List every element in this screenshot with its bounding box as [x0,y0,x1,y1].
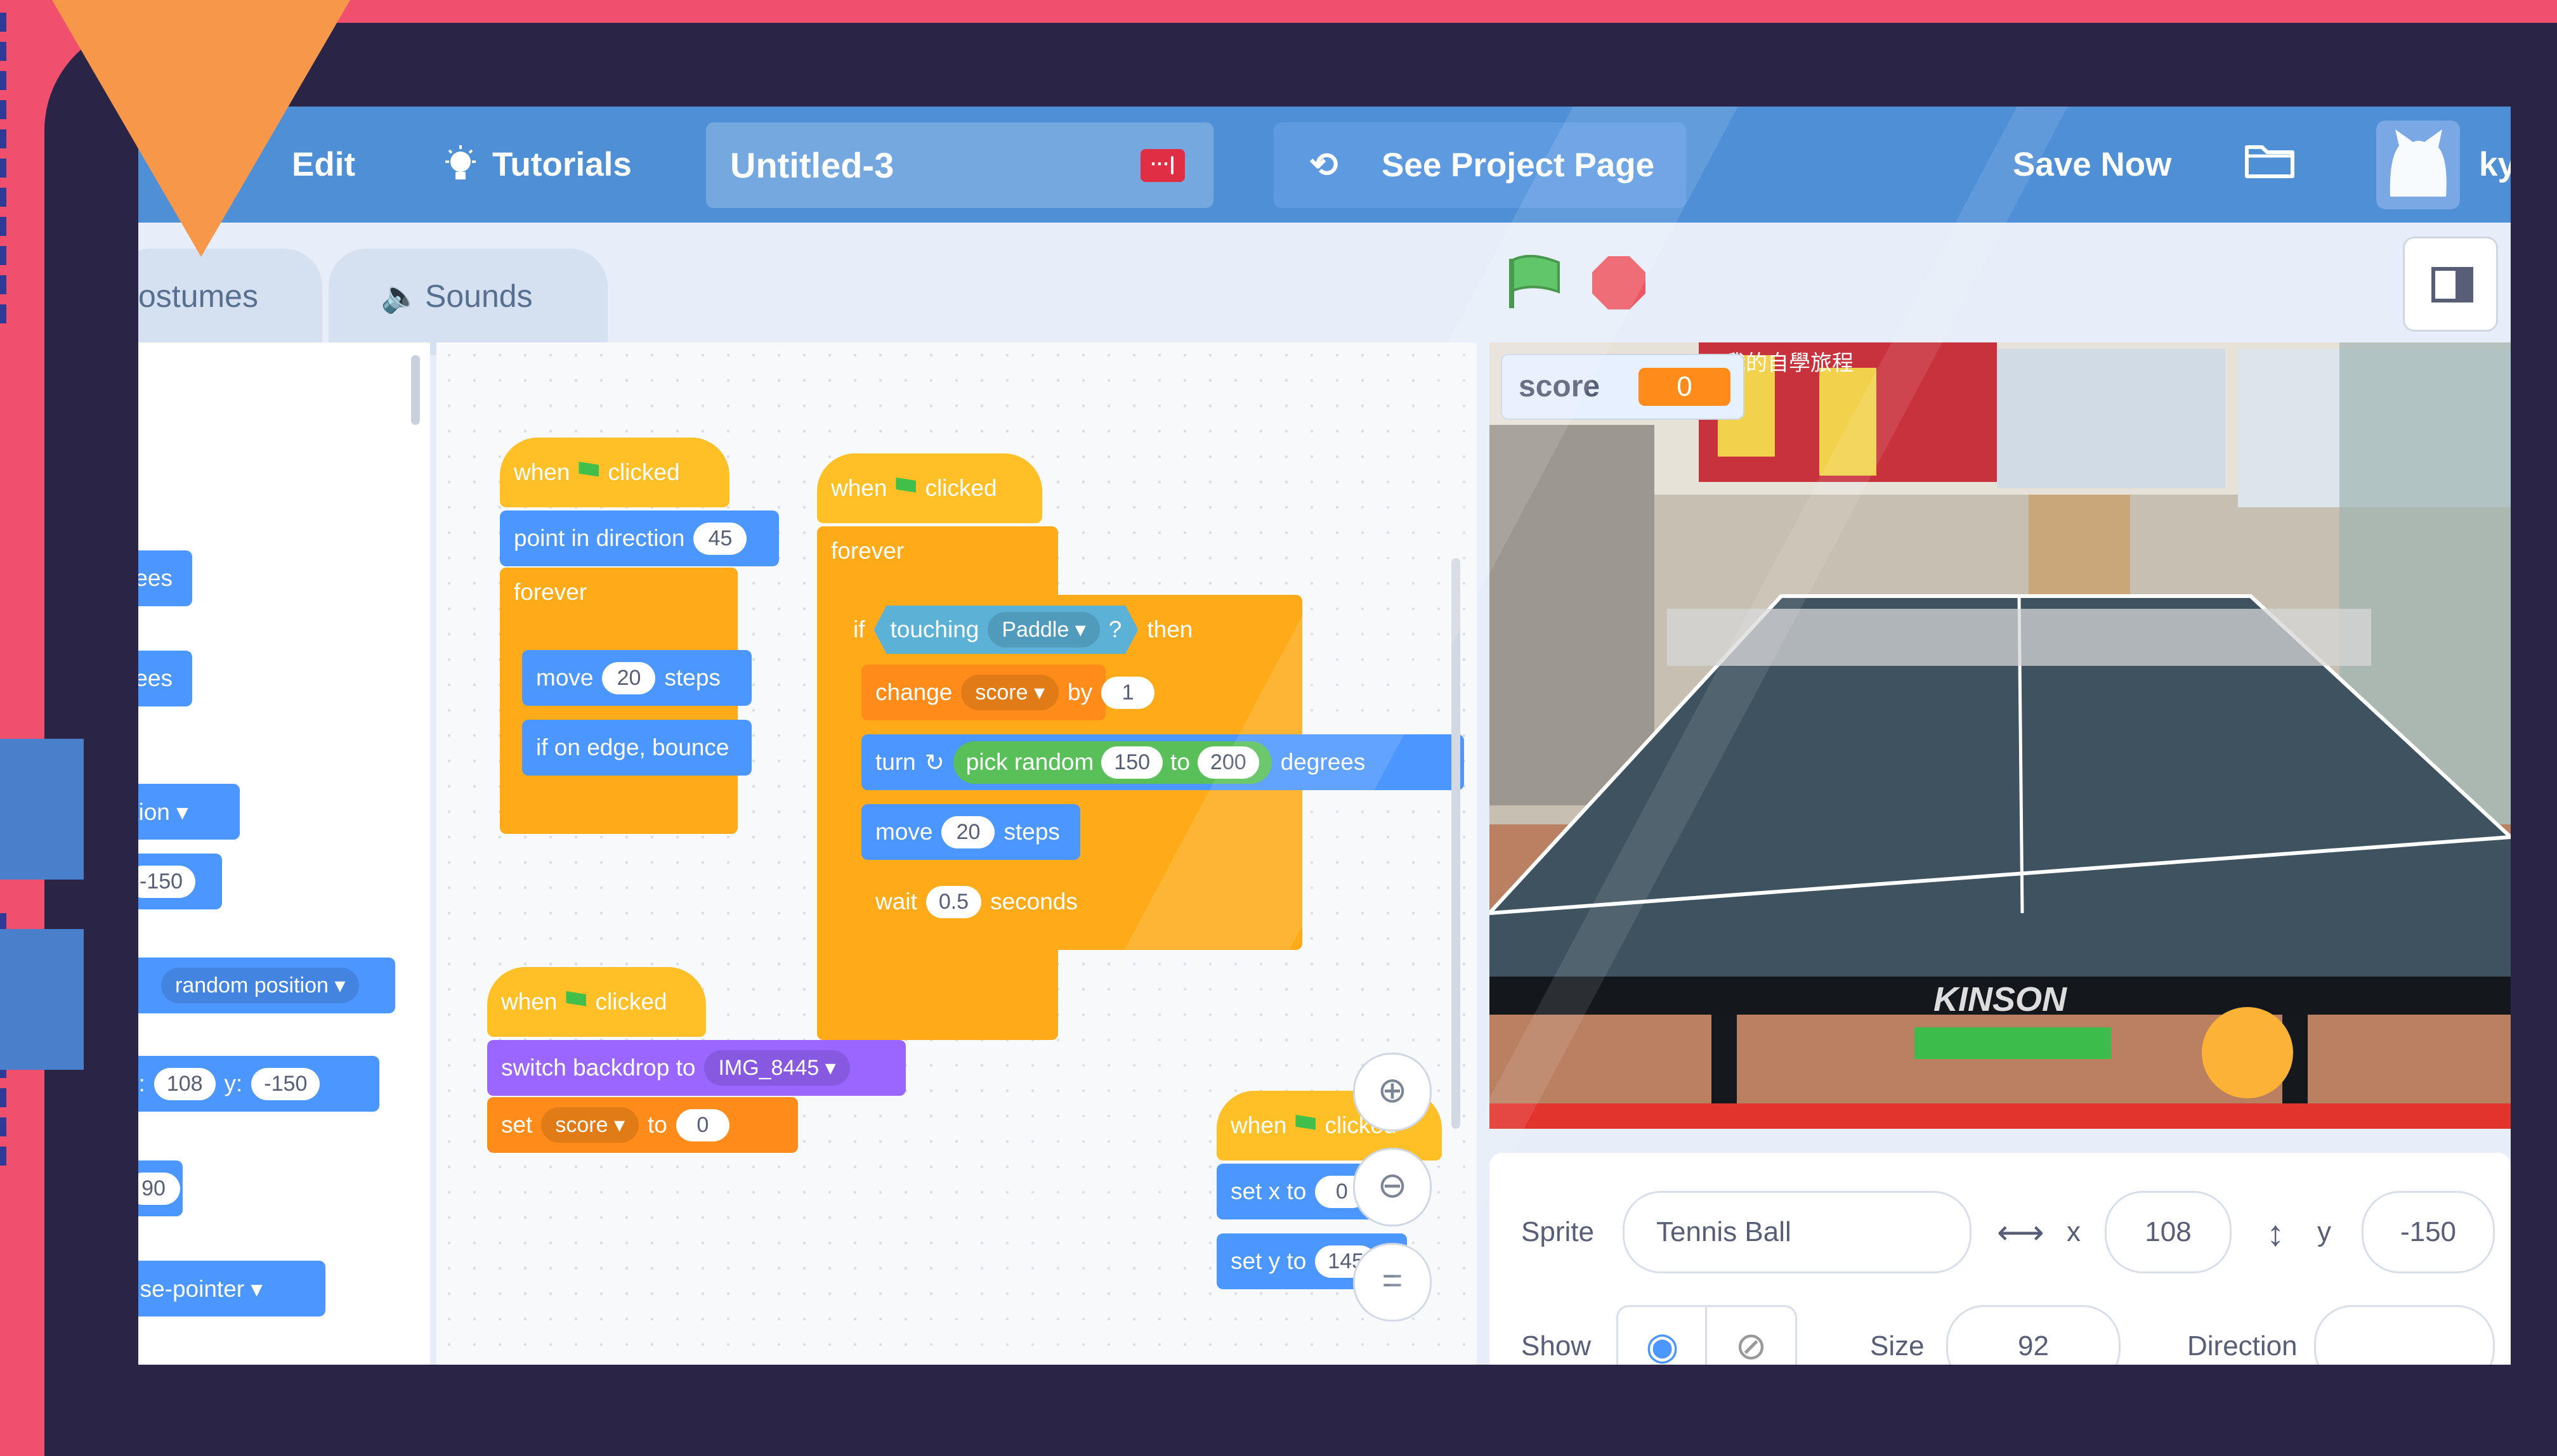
palette-block[interactable]: random position ▾ [138,958,395,1013]
point-in-direction-block[interactable]: point in direction 45 [500,510,779,566]
wait-block[interactable]: wait 0.5 seconds [861,874,1115,930]
sprite-label: Sprite [1521,1216,1594,1247]
move-steps-block[interactable]: move 20 steps [522,650,752,706]
score-monitor[interactable]: score 0 [1501,354,1744,420]
show-label: Show [1521,1330,1592,1362]
code-workspace: when clicked point in direction 45 forever… [436,342,1477,1365]
when-flag-clicked-block[interactable]: when clicked [817,453,1042,523]
change-score-block[interactable]: change score ▾ by 1 [861,665,1155,720]
more-icon[interactable]: ···| [1141,149,1185,182]
tab-sounds[interactable]: 🔈 Sounds [329,249,608,355]
palette-block[interactable]: ition ▾ [138,784,240,840]
project-title-input[interactable]: Untitled-3 ···| [706,122,1213,208]
size-input[interactable]: 92 [1946,1305,2121,1365]
palette-block[interactable]: 90 [138,1160,183,1216]
switch-backdrop-block[interactable]: switch backdrop to IMG_8445 ▾ [487,1040,906,1096]
tab-sounds-label: Sounds [425,278,533,314]
see-project-page-label: See Project Page [1382,146,1655,184]
x-label: x [2067,1216,2081,1247]
zoom-in-icon[interactable]: ⊕ [1353,1053,1432,1131]
rotate-right-icon: ↻ [924,749,945,776]
touching-block[interactable]: touching Paddle ▾? [874,606,1139,654]
palette-block[interactable]: rees [138,550,192,606]
scratch-editor: Edit Tutorials Untitled-3 ···| ⟲ See Pro… [138,107,2511,1365]
score-label: score [1519,370,1600,403]
green-flag-button[interactable] [1505,254,1562,311]
direction-input[interactable] [2314,1305,2495,1365]
y-arrows-icon: ↕ [2266,1213,2284,1253]
green-flag-icon [579,462,599,477]
pick-random-block[interactable]: pick random 150 to 200 [953,741,1272,784]
sprite-name-input[interactable]: Tennis Ball [1623,1191,1972,1273]
move-steps-block[interactable]: move 20 steps [861,804,1080,860]
palette-block[interactable]: use-pointer ▾ [138,1261,325,1316]
direction-label: Direction [2187,1330,2298,1362]
y-label: y [2317,1216,2331,1247]
when-flag-clicked-block[interactable]: when clicked [487,967,706,1037]
tutorials-label: Tutorials [492,146,632,183]
set-score-block[interactable]: set score ▾ to 0 [487,1097,798,1153]
lightbulb-icon [445,145,476,179]
palette-block[interactable]: rees [138,651,192,706]
folder-icon[interactable] [2244,140,2295,180]
avatar[interactable] [2376,120,2460,209]
speaker-icon: 🔈 [381,278,421,314]
tab-costumes-label: ostumes [138,278,258,314]
table-brand-text: KINSON [1933,980,2067,1018]
bounce-block[interactable]: if on edge, bounce [522,720,752,776]
x-arrows-icon: ⟷ [1997,1214,2044,1251]
block-palette: rees rees ition ▾ -150 random position ▾… [138,342,430,1365]
zoom-reset-icon[interactable]: = [1353,1243,1432,1322]
stage[interactable]: KINSON 我的自學旅程 score 0 [1489,342,2511,1129]
palette-block[interactable]: x:108y:-150 [138,1056,379,1112]
pointer-arrow-icon [52,0,350,257]
tab-costumes[interactable]: ostumes [138,249,322,355]
remix-icon: ⟲ [1309,146,1338,184]
turn-degrees-block[interactable]: turn ↻ pick random 150 to 200 degrees [861,734,1464,790]
score-value: 0 [1638,368,1730,406]
y-input[interactable]: -150 [2362,1191,2495,1273]
palette-scrollbar[interactable] [411,355,420,425]
when-flag-clicked-block[interactable]: when clicked [500,438,729,507]
palette-block[interactable]: -150 [138,854,222,909]
size-label: Size [1870,1330,1925,1362]
zoom-out-icon[interactable]: ⊖ [1353,1148,1432,1226]
dashed-line [0,13,6,330]
sprite-info-panel: Sprite Tennis Ball ⟷ x 108 ↕ y -150 Show… [1489,1153,2511,1365]
project-title-text: Untitled-3 [730,145,894,185]
menu-bar: Edit Tutorials Untitled-3 ···| ⟲ See Pro… [138,107,2511,223]
side-tab-decoration [0,929,84,1070]
side-tab-decoration [0,739,84,880]
show-visible-toggle[interactable]: ◉ [1616,1305,1708,1365]
show-hidden-toggle[interactable]: ⊘ [1705,1305,1797,1365]
see-project-page-button[interactable]: ⟲ See Project Page [1274,122,1686,208]
green-flag-icon [896,478,917,493]
eye-slash-icon: ⊘ [1735,1325,1767,1365]
x-input[interactable]: 108 [2105,1191,2232,1273]
tutorials-menu[interactable]: Tutorials [443,107,632,223]
stage-size-toggle[interactable] [2403,237,2498,332]
save-now-button[interactable]: Save Now [2013,107,2171,223]
eye-icon: ◉ [1645,1325,1679,1365]
layout-icon [2431,267,2473,302]
workspace-scrollbar[interactable] [1451,558,1460,1129]
green-flag-icon [1295,1115,1316,1130]
green-flag-icon [566,991,587,1006]
username-label[interactable]: ky [2479,107,2511,223]
stop-button[interactable] [1592,256,1645,309]
